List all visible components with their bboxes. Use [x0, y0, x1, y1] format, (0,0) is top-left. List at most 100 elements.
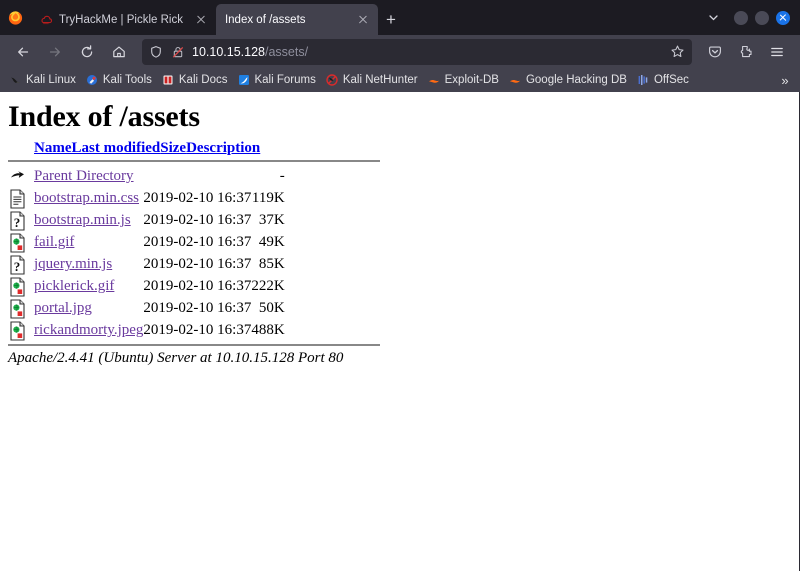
svg-text:?: ?: [14, 215, 21, 230]
table-header-row: Name Last modified Size Description: [8, 140, 260, 159]
column-header-last-modified: Last modified: [72, 140, 161, 159]
page-title: Index of /assets: [8, 100, 200, 133]
file-name-cell[interactable]: fail.gif: [34, 232, 143, 254]
file-name-cell[interactable]: bootstrap.min.js: [34, 210, 143, 232]
last-modified-cell: 2019-02-10 16:37: [143, 322, 252, 339]
file-name-cell[interactable]: bootstrap.min.css: [34, 188, 143, 210]
offsec-icon: [637, 74, 650, 87]
bookmark-kali-forums[interactable]: Kali Forums: [232, 72, 320, 89]
text-file-icon: [8, 188, 34, 210]
home-icon[interactable]: [104, 38, 134, 65]
new-tab-button[interactable]: +: [378, 4, 404, 35]
image-file-icon: [8, 298, 34, 320]
size-cell: 50K: [258, 300, 285, 317]
bookmark-kali-docs[interactable]: Kali Docs: [157, 72, 233, 89]
last-modified-cell: 2019-02-10 16:37: [143, 300, 252, 317]
table-row[interactable]: portal.jpg 2019-02-10 16:37 50K: [8, 298, 285, 320]
sort-by-description-link[interactable]: Description: [186, 140, 260, 156]
url-text[interactable]: 10.10.15.128/assets/: [192, 45, 662, 59]
bookmark-exploit-db[interactable]: Exploit-DB: [423, 72, 504, 89]
file-link[interactable]: Parent Directory: [34, 168, 134, 184]
hamburger-menu-icon[interactable]: [762, 38, 792, 65]
sort-by-size-link[interactable]: Size: [160, 140, 186, 156]
google-hacking-db-icon: [509, 74, 522, 87]
bookmark-label: Kali NetHunter: [342, 74, 418, 86]
reload-icon[interactable]: [72, 38, 102, 65]
file-link[interactable]: picklerick.gif: [34, 278, 114, 294]
table-row[interactable]: fail.gif 2019-02-10 16:37 49K: [8, 232, 285, 254]
table-row[interactable]: bootstrap.min.css 2019-02-10 16:37 119K: [8, 188, 285, 210]
kali-nethunter-icon: [326, 74, 339, 87]
bookmark-label: Kali Forums: [254, 74, 316, 86]
table-row[interactable]: ? jquery.min.js 2019-02-10 16:37 85K: [8, 254, 285, 276]
close-icon[interactable]: [355, 12, 371, 28]
window-controls: [730, 0, 800, 35]
close-icon[interactable]: [193, 12, 209, 28]
apache-directory-index: Index of /assets Name Last modified Size: [0, 92, 799, 375]
file-link[interactable]: bootstrap.min.js: [34, 212, 131, 228]
size-cell: 85K: [258, 256, 285, 273]
last-modified-cell: 2019-02-10 16:37: [143, 234, 252, 251]
unknown-file-icon: ?: [8, 254, 34, 276]
directory-listing-body: Parent Directory - bootstrap.min.css 201…: [8, 166, 285, 342]
file-name-cell[interactable]: picklerick.gif: [34, 276, 143, 298]
table-row[interactable]: ? bootstrap.min.js 2019-02-10 16:37 37K: [8, 210, 285, 232]
tab-title: TryHackMe | Pickle Rick: [59, 13, 183, 26]
sort-by-name-link[interactable]: Name: [34, 140, 72, 156]
table-row[interactable]: picklerick.gif 2019-02-10 16:37 222K: [8, 276, 285, 298]
file-link[interactable]: jquery.min.js: [34, 256, 112, 272]
size-cell: 222K: [251, 278, 285, 295]
connection-not-secure-icon[interactable]: [170, 44, 186, 60]
size-cell: -: [279, 168, 285, 185]
file-link[interactable]: fail.gif: [34, 234, 74, 250]
sort-by-last-modified-link[interactable]: Last modified: [72, 140, 161, 156]
bookmark-label: Exploit-DB: [444, 74, 499, 86]
tab-index-of-assets[interactable]: Index of /assets: [215, 4, 378, 35]
bookmark-kali-tools[interactable]: Kali Tools: [81, 72, 157, 89]
tracking-protection-shield-icon[interactable]: [148, 44, 164, 60]
file-name-cell[interactable]: jquery.min.js: [34, 254, 143, 276]
size-cell: 119K: [251, 190, 285, 207]
back-arrow-icon[interactable]: [8, 38, 38, 65]
toolbar-right-buttons: [700, 38, 792, 65]
size-cell: 37K: [258, 212, 285, 229]
server-signature: Apache/2.4.41 (Ubuntu) Server at 10.10.1…: [8, 350, 344, 366]
bookmark-kali-linux[interactable]: Kali Linux: [4, 72, 81, 89]
last-modified-cell: [143, 166, 251, 188]
minimize-button[interactable]: [734, 10, 748, 25]
last-modified-cell: 2019-02-10 16:37: [143, 256, 252, 273]
column-header-name: Name: [34, 140, 72, 159]
file-name-cell[interactable]: portal.jpg: [34, 298, 143, 320]
bookmark-kali-nethunter[interactable]: Kali NetHunter: [321, 72, 423, 89]
bookmark-google-hacking-db[interactable]: Google Hacking DB: [504, 72, 632, 89]
page-viewport: Index of /assets Name Last modified Size: [0, 92, 800, 571]
table-header: Name Last modified Size Description: [8, 140, 260, 159]
bookmark-label: OffSec: [653, 74, 689, 86]
bookmark-star-icon[interactable]: [668, 43, 686, 61]
file-name-cell[interactable]: rickandmorty.jpeg: [34, 320, 143, 342]
file-link[interactable]: portal.jpg: [34, 300, 92, 316]
tab-strip: TryHackMe | Pickle Rick Index of /assets…: [0, 0, 800, 35]
exploit-db-icon: [428, 74, 441, 87]
save-to-pocket-icon[interactable]: [700, 38, 730, 65]
extensions-icon[interactable]: [731, 38, 761, 65]
directory-listing-table: Name Last modified Size Description: [8, 140, 260, 159]
bookmarks-overflow-chevron-icon[interactable]: »: [774, 68, 796, 92]
tab-tryhackme-pickle-rick[interactable]: TryHackMe | Pickle Rick: [30, 4, 216, 35]
url-bar[interactable]: 10.10.15.128/assets/: [142, 38, 692, 65]
table-row[interactable]: rickandmorty.jpeg 2019-02-10 16:37 488K: [8, 320, 285, 342]
file-name-cell[interactable]: Parent Directory: [34, 166, 143, 188]
close-window-button[interactable]: [776, 10, 790, 25]
maximize-button[interactable]: [755, 10, 769, 25]
tab-list: TryHackMe | Pickle Rick Index of /assets…: [30, 0, 404, 35]
kali-tools-icon: [86, 74, 99, 87]
unknown-file-icon: ?: [8, 210, 34, 232]
table-row[interactable]: Parent Directory -: [8, 166, 285, 188]
file-link[interactable]: bootstrap.min.css: [34, 190, 139, 206]
file-link[interactable]: rickandmorty.jpeg: [34, 322, 143, 338]
browser-window: TryHackMe | Pickle Rick Index of /assets…: [0, 0, 800, 571]
last-modified-cell: 2019-02-10 16:37: [143, 278, 252, 295]
bookmark-offsec[interactable]: OffSec: [632, 72, 694, 89]
list-all-tabs-chevron-down-icon[interactable]: [696, 0, 730, 35]
header-divider: [8, 160, 380, 162]
